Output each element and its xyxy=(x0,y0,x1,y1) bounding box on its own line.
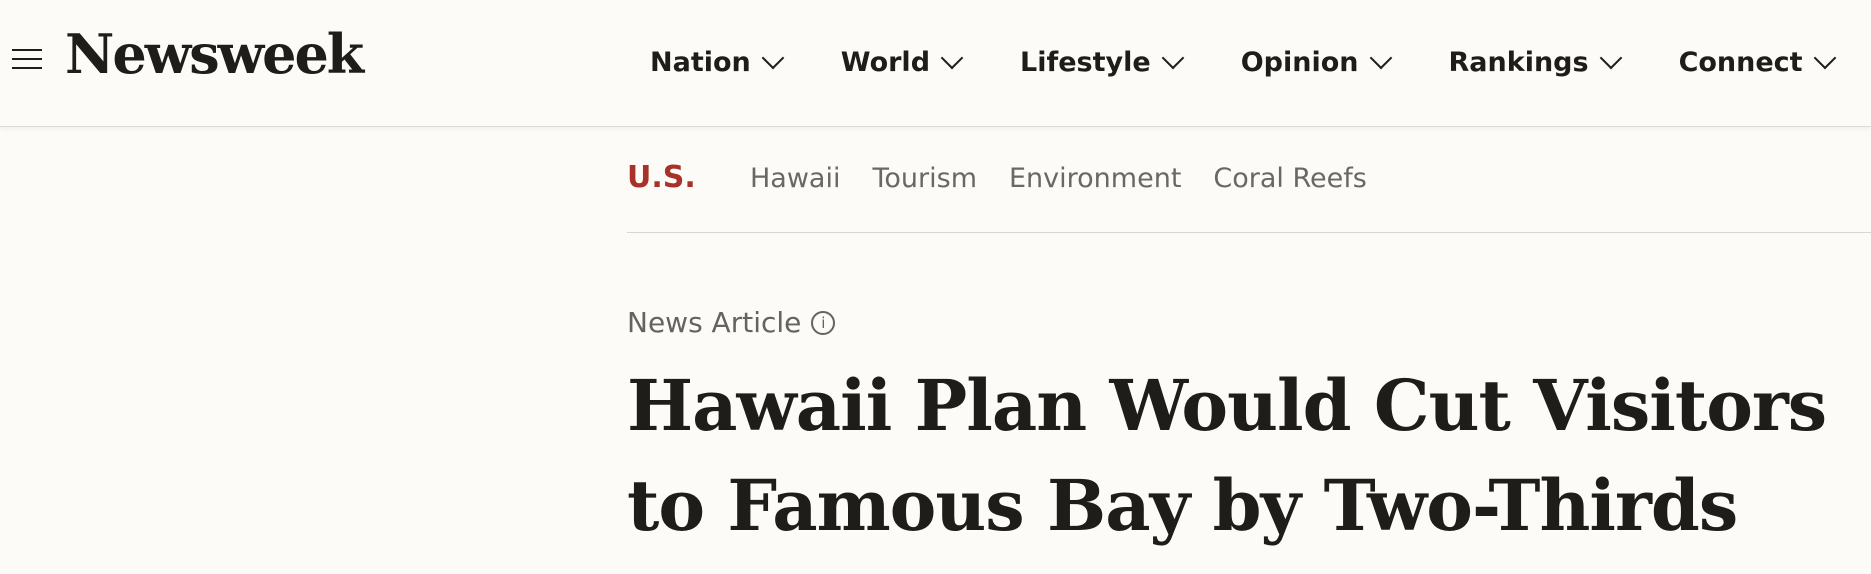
newsweek-logo[interactable]: Newsweek xyxy=(65,27,364,81)
topic-tag[interactable]: Tourism xyxy=(872,163,977,194)
nav-item-label: World xyxy=(840,46,931,78)
info-icon[interactable] xyxy=(811,310,836,335)
hamburger-menu-icon[interactable] xyxy=(12,47,42,71)
nav-item-world[interactable]: World xyxy=(840,46,964,78)
topic-tag[interactable]: Environment xyxy=(1009,163,1181,194)
site-header: Newsweek Nation World Lifestyle Opinion … xyxy=(0,0,1871,127)
nav-item-label: Rankings xyxy=(1448,46,1589,78)
section-link[interactable]: U.S. xyxy=(627,160,696,195)
article-type-label: News Article xyxy=(627,306,836,339)
nav-item-connect[interactable]: Connect xyxy=(1678,46,1836,78)
chevron-down-icon xyxy=(1599,46,1622,70)
nav-item-label: Lifestyle xyxy=(1020,46,1151,78)
main-navigation: Nation World Lifestyle Opinion Rankings … xyxy=(650,40,1871,84)
nav-item-rankings[interactable]: Rankings xyxy=(1448,46,1622,78)
chevron-down-icon xyxy=(1161,46,1185,70)
topic-tag-list: Hawaii Tourism Environment Coral Reefs xyxy=(750,163,1399,194)
chevron-down-icon xyxy=(1813,46,1836,70)
nav-item-opinion[interactable]: Opinion xyxy=(1240,46,1392,78)
nav-item-label: Nation xyxy=(650,46,751,78)
topic-tag[interactable]: Hawaii xyxy=(750,163,840,194)
nav-item-label: Connect xyxy=(1678,46,1803,78)
topic-tags-bar: U.S. Hawaii Tourism Environment Coral Re… xyxy=(627,150,1871,233)
nav-item-label: Opinion xyxy=(1240,46,1359,78)
nav-item-lifestyle[interactable]: Lifestyle xyxy=(1020,46,1185,78)
article-type-text: News Article xyxy=(627,306,802,339)
nav-item-nation[interactable]: Nation xyxy=(650,46,785,78)
chevron-down-icon xyxy=(761,46,785,70)
topic-tag[interactable]: Coral Reefs xyxy=(1213,163,1366,194)
chevron-down-icon xyxy=(1369,46,1392,70)
article-headline: Hawaii Plan Would Cut Visitors to Famous… xyxy=(627,364,1827,547)
chevron-down-icon xyxy=(940,46,964,70)
